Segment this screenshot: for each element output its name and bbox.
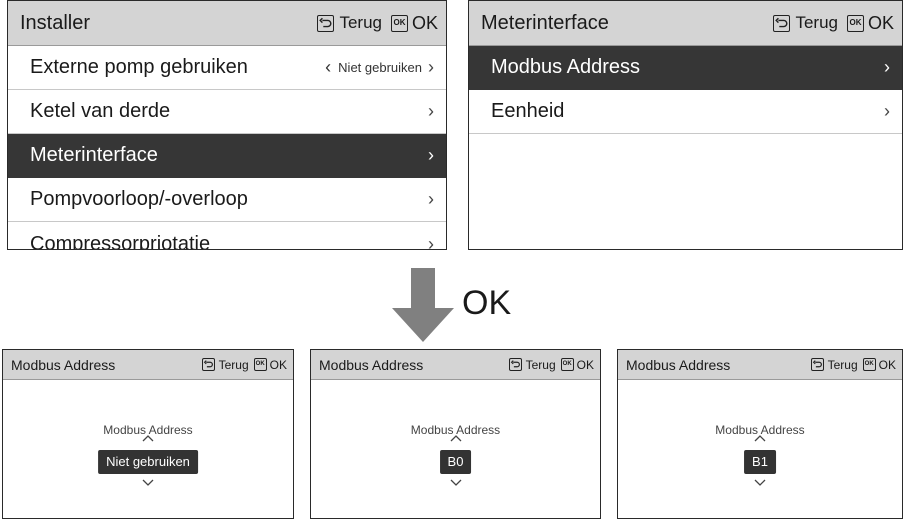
- menu-item-label: Compressorpriotatie: [30, 232, 211, 250]
- back-label: Terug: [525, 357, 556, 372]
- ok-icon: OK: [390, 14, 408, 32]
- ok-button[interactable]: OK OK: [556, 358, 594, 372]
- back-icon: [317, 14, 335, 32]
- panel-title: Modbus Address: [11, 356, 116, 373]
- ok-icon: OK: [862, 358, 876, 371]
- selected-value: B1: [744, 450, 776, 474]
- chevron-right-icon: ›: [428, 189, 434, 209]
- panel-title: Meterinterface: [481, 11, 609, 34]
- panel-header: Modbus Address Terug OK OK: [3, 350, 293, 380]
- back-button[interactable]: Terug: [201, 357, 249, 372]
- menu-item-value: Niet gebruiken: [338, 60, 422, 75]
- installer-header: Installer Terug OK OK: [8, 1, 446, 46]
- chevron-down-icon[interactable]: [311, 478, 600, 490]
- back-button[interactable]: Terug: [508, 357, 556, 372]
- panel-title: Modbus Address: [319, 356, 424, 373]
- ok-button[interactable]: OK OK: [382, 13, 438, 34]
- modbus-address-panel-3: Modbus Address Terug OK OK Modbus Addres…: [617, 349, 903, 519]
- ok-button[interactable]: OK OK: [249, 358, 287, 372]
- panel-title: Installer: [20, 11, 91, 34]
- menu-item-label: Eenheid: [491, 100, 565, 122]
- ok-label: OK: [867, 12, 894, 33]
- ok-icon: OK: [846, 14, 864, 32]
- transition-label: OK: [462, 284, 512, 322]
- back-button[interactable]: Terug: [773, 13, 838, 33]
- menu-item-label: Meterinterface: [30, 144, 158, 166]
- ok-label: OK: [878, 357, 896, 372]
- meterinterface-header: Meterinterface Terug OK OK: [469, 1, 902, 46]
- ok-label: OK: [269, 357, 287, 372]
- menu-item-modbus-address[interactable]: Modbus Address ›: [469, 46, 902, 90]
- value-picker: Modbus Address B0: [311, 380, 600, 518]
- menu-item-pompvoorloop[interactable]: Pompvoorloop/-overloop ›: [8, 178, 446, 222]
- back-icon: [508, 358, 522, 371]
- back-icon: [773, 14, 791, 32]
- back-label: Terug: [795, 13, 838, 32]
- menu-item-label: Ketel van derde: [30, 100, 171, 122]
- back-button[interactable]: Terug: [810, 357, 858, 372]
- back-label: Terug: [827, 357, 858, 372]
- back-icon: [201, 358, 215, 371]
- menu-item-externe-pomp[interactable]: Externe pomp gebruiken ‹ Niet gebruiken …: [8, 46, 446, 90]
- installer-panel: Installer Terug OK OK Externe pomp gebru…: [7, 0, 447, 250]
- selected-value: B0: [439, 450, 472, 474]
- meterinterface-panel: Meterinterface Terug OK OK Modbus Addres…: [468, 0, 903, 250]
- modbus-address-panel-1: Modbus Address Terug OK OK Modbus Addres…: [2, 349, 294, 519]
- chevron-up-icon[interactable]: [3, 433, 293, 445]
- value-picker: Modbus Address B1: [618, 380, 902, 518]
- menu-item-compressor[interactable]: Compressorpriotatie ›: [8, 222, 446, 250]
- down-arrow-icon: [392, 268, 454, 342]
- chevron-up-icon[interactable]: [618, 433, 902, 445]
- selected-value: Niet gebruiken: [98, 450, 198, 474]
- value-picker: Modbus Address Niet gebruiken: [3, 380, 293, 518]
- chevron-right-icon: ›: [428, 145, 434, 165]
- back-label: Terug: [339, 13, 382, 32]
- chevron-right-icon: ›: [884, 57, 890, 77]
- menu-item-eenheid[interactable]: Eenheid ›: [469, 90, 902, 134]
- chevron-right-icon[interactable]: ›: [428, 57, 434, 78]
- chevron-down-icon[interactable]: [3, 478, 293, 490]
- ok-label: OK: [576, 357, 594, 372]
- panel-title: Modbus Address: [626, 356, 731, 373]
- chevron-up-icon[interactable]: [311, 433, 600, 445]
- chevron-right-icon: ›: [884, 101, 890, 121]
- ok-button[interactable]: OK OK: [838, 13, 894, 34]
- menu-item-label: Pompvoorloop/-overloop: [30, 188, 248, 210]
- back-icon: [810, 358, 824, 371]
- ok-icon: OK: [253, 358, 267, 371]
- menu-item-label: Modbus Address: [491, 56, 640, 78]
- panel-header: Modbus Address Terug OK OK: [618, 350, 902, 380]
- chevron-right-icon: ›: [428, 101, 434, 121]
- panel-header: Modbus Address Terug OK OK: [311, 350, 600, 380]
- chevron-down-icon[interactable]: [618, 478, 902, 490]
- chevron-right-icon: ›: [428, 233, 434, 250]
- back-label: Terug: [218, 357, 249, 372]
- ok-icon: OK: [560, 358, 574, 371]
- modbus-address-panel-2: Modbus Address Terug OK OK Modbus Addres…: [310, 349, 601, 519]
- ok-label: OK: [411, 12, 438, 33]
- menu-item-label: Externe pomp gebruiken: [30, 56, 248, 78]
- chevron-left-icon[interactable]: ‹: [325, 57, 331, 78]
- menu-item-meterinterface[interactable]: Meterinterface ›: [8, 134, 446, 178]
- menu-item-ketel[interactable]: Ketel van derde ›: [8, 90, 446, 134]
- back-button[interactable]: Terug: [317, 13, 382, 33]
- ok-button[interactable]: OK OK: [858, 358, 896, 372]
